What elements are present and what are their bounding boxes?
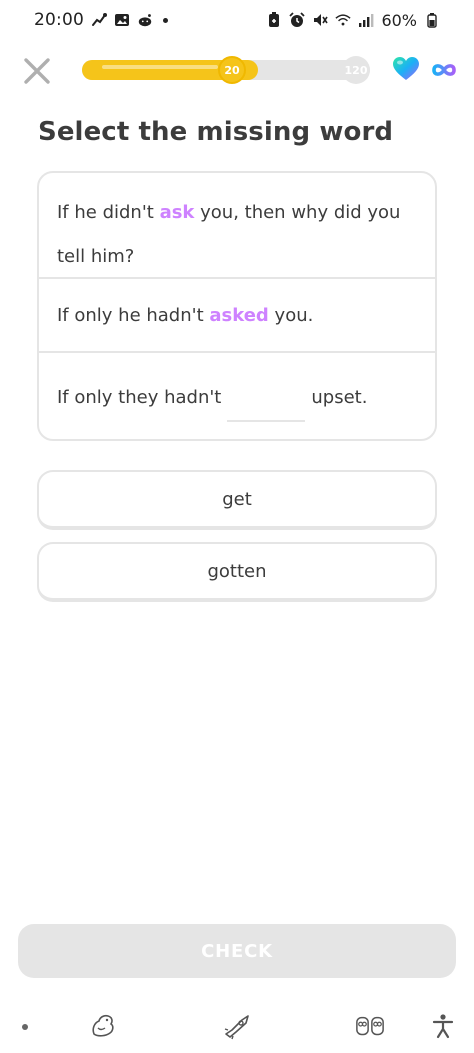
progress-total-badge: 120: [342, 56, 370, 84]
status-bar: 20:00 60%: [0, 0, 474, 40]
notification-dot: [163, 17, 168, 23]
lesson-header: 20 120: [0, 50, 474, 90]
sentence-text: upset.: [311, 386, 368, 408]
path-icon: [91, 12, 107, 28]
reddit-icon: [137, 12, 153, 28]
signal-icon: [358, 12, 374, 28]
infinity-icon: [432, 64, 456, 76]
dot-icon[interactable]: [22, 1024, 28, 1030]
close-button[interactable]: [20, 54, 54, 88]
accessibility-icon[interactable]: [428, 1011, 458, 1041]
rocket-icon[interactable]: [222, 1011, 252, 1041]
sentence-text: If he didn't: [57, 202, 160, 223]
battery-icon: [424, 12, 440, 28]
status-time: 20:00: [34, 10, 84, 30]
wifi-icon: [335, 12, 352, 28]
dino-icon[interactable]: [88, 1011, 118, 1041]
sentences-card: If he didn't ask you, then why did you t…: [37, 171, 437, 441]
sentence-row: If only they hadn't upset.: [39, 353, 435, 439]
sentence-row: If only he hadn't asked you.: [39, 279, 435, 353]
status-right: 60%: [266, 11, 440, 30]
progress-bar: 20 120: [82, 56, 370, 84]
blank-slot[interactable]: [227, 392, 306, 422]
exercise-title: Select the missing word: [38, 117, 394, 147]
progress-current-badge: 20: [218, 56, 246, 84]
highlighted-word[interactable]: asked: [209, 305, 268, 326]
close-icon: [24, 58, 50, 84]
bottom-nav: [0, 1005, 474, 1053]
owls-icon[interactable]: [355, 1011, 385, 1041]
check-button[interactable]: CHECK: [18, 924, 456, 978]
heart-gradient-icon[interactable]: [392, 56, 420, 82]
image-icon: [114, 12, 130, 28]
highlighted-word[interactable]: ask: [160, 202, 195, 223]
status-left: 20:00: [34, 10, 168, 30]
mute-icon: [312, 12, 329, 28]
sentence-row: If he didn't ask you, then why did you t…: [39, 173, 435, 279]
lesson-screen: 20:00 60% 20 120 Select the missing word…: [0, 0, 474, 1053]
alarm-icon: [289, 12, 306, 28]
sentence-text: If only he hadn't: [57, 304, 210, 326]
progress-shine: [102, 65, 218, 69]
option-button[interactable]: gotten: [37, 542, 437, 602]
sentence-text: If only they hadn't: [57, 386, 222, 408]
battery-percentage: 60%: [381, 10, 417, 30]
battery-saver-icon: [266, 12, 282, 28]
option-button[interactable]: get: [37, 470, 437, 530]
sentence-text: you.: [268, 304, 314, 326]
